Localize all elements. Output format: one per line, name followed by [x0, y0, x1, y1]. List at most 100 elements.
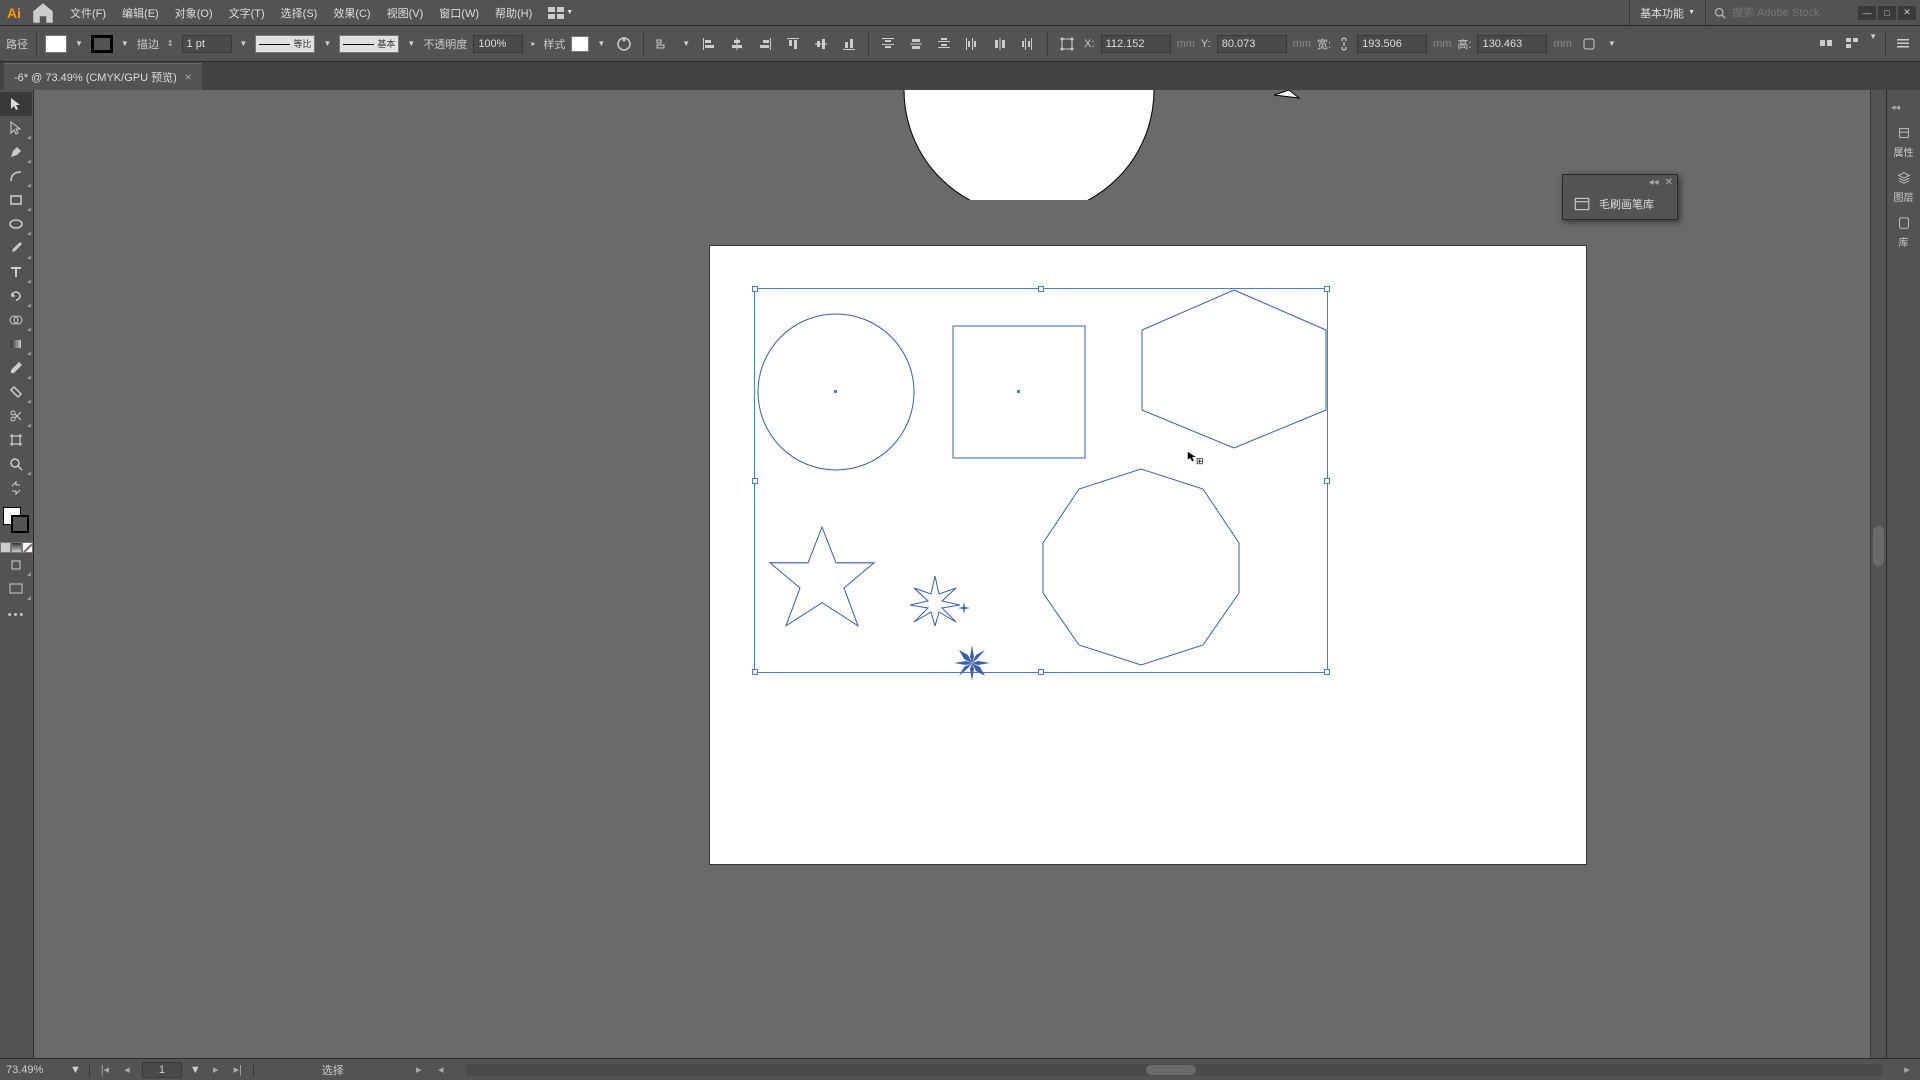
y-input[interactable]	[1217, 35, 1287, 53]
eyedropper-tool[interactable]	[0, 356, 32, 380]
menu-select[interactable]: 选择(S)	[273, 0, 326, 25]
shape-star-small[interactable]	[910, 576, 960, 626]
canvas[interactable]: ⊞ ◂◂ ✕ 毛刷画笔库	[34, 90, 1886, 1058]
status-scroll-left-icon[interactable]: ◂	[434, 1063, 448, 1076]
rectangle-tool[interactable]	[0, 188, 32, 212]
vertical-scrollbar[interactable]	[1870, 90, 1886, 1058]
menu-file[interactable]: 文件(F)	[62, 0, 114, 25]
panel-close-icon[interactable]: ✕	[1665, 177, 1673, 188]
direct-selection-tool[interactable]	[0, 116, 32, 140]
swap-fill-stroke-icon[interactable]	[0, 476, 32, 500]
shape-star6[interactable]	[762, 525, 882, 651]
menu-effect[interactable]: 效果(C)	[325, 0, 378, 25]
paintbrush-tool[interactable]	[0, 236, 32, 260]
distribute-top-icon[interactable]	[877, 33, 899, 55]
prev-artboard-icon[interactable]: ◂	[120, 1063, 134, 1076]
brush-library-panel[interactable]: ◂◂ ✕ 毛刷画笔库	[1562, 174, 1678, 220]
fill-swatch[interactable]	[45, 35, 67, 53]
align-left-icon[interactable]	[698, 33, 720, 55]
status-play-icon[interactable]: ▸	[412, 1063, 426, 1076]
isolate-icon[interactable]	[1815, 32, 1837, 54]
distribute-bottom-icon[interactable]	[933, 33, 955, 55]
x-input[interactable]	[1101, 35, 1171, 53]
search-input[interactable]	[1732, 7, 1842, 19]
recolor-artwork-icon[interactable]	[613, 33, 635, 55]
edit-toolbar-icon[interactable]: •••	[0, 609, 33, 621]
w-input[interactable]	[1357, 35, 1427, 53]
scrollbar-thumb[interactable]	[1146, 1065, 1196, 1075]
stroke-weight-input[interactable]	[182, 35, 232, 53]
fill-dropdown[interactable]: ▼	[73, 39, 85, 48]
menu-arrange[interactable]: ▼	[540, 0, 581, 25]
variable-width-profile[interactable]: 等比	[255, 35, 315, 53]
menu-window[interactable]: 窗口(W)	[431, 0, 487, 25]
align-vcenter-icon[interactable]	[810, 33, 832, 55]
panel-collapse-icon[interactable]: ◂◂	[1649, 177, 1659, 188]
brush-definition[interactable]: 基本	[339, 35, 399, 53]
zoom-level[interactable]: 73.49%	[6, 1064, 62, 1076]
shape-options-icon[interactable]	[1578, 33, 1600, 55]
shape-star-tiny[interactable]	[958, 602, 970, 614]
curvature-tool[interactable]	[0, 164, 32, 188]
scrollbar-thumb[interactable]	[1873, 526, 1884, 566]
scissors-tool[interactable]	[0, 404, 32, 428]
distribute-hcenter-icon[interactable]	[989, 33, 1011, 55]
eraser-tool[interactable]	[0, 380, 32, 404]
type-tool[interactable]	[0, 260, 32, 284]
more-options-icon[interactable]	[1892, 32, 1914, 54]
stroke-swatch[interactable]	[91, 35, 113, 53]
link-wh-icon[interactable]	[1337, 33, 1351, 55]
align-bottom-icon[interactable]	[838, 33, 860, 55]
tab-close-icon[interactable]: ×	[185, 70, 192, 84]
transform-panel-icon[interactable]	[1056, 33, 1078, 55]
edit-similar-icon[interactable]	[1841, 32, 1863, 54]
workspace-switcher[interactable]: 基本功能 ▼	[1629, 0, 1705, 25]
gradient-tool[interactable]	[0, 332, 32, 356]
layers-panel-tab[interactable]: 图层	[1887, 165, 1920, 210]
last-artboard-icon[interactable]: ▸|	[231, 1063, 245, 1076]
zoom-tool[interactable]	[0, 452, 32, 476]
shape-ellipse-top[interactable]	[864, 90, 1164, 200]
align-top-icon[interactable]	[782, 33, 804, 55]
distribute-right-icon[interactable]	[1017, 33, 1039, 55]
artboard-number[interactable]: 1	[142, 1062, 182, 1078]
align-to-icon[interactable]	[652, 33, 674, 55]
graphic-style-swatch[interactable]	[571, 36, 589, 52]
menu-object[interactable]: 对象(O)	[167, 0, 221, 25]
distribute-left-icon[interactable]	[961, 33, 983, 55]
horizontal-scrollbar[interactable]	[466, 1064, 1882, 1076]
shape-builder-tool[interactable]	[0, 308, 32, 332]
opacity-input[interactable]	[473, 35, 523, 53]
expand-panels-icon[interactable]: ◂◂	[1887, 94, 1920, 120]
stroke-stepper[interactable]: ⇕	[165, 39, 176, 48]
align-hcenter-icon[interactable]	[726, 33, 748, 55]
first-artboard-icon[interactable]: |◂	[98, 1063, 112, 1076]
artboard-tool[interactable]	[0, 428, 32, 452]
menu-view[interactable]: 视图(V)	[379, 0, 432, 25]
align-right-icon[interactable]	[754, 33, 776, 55]
window-maximize[interactable]: □	[1878, 6, 1896, 20]
next-artboard-icon[interactable]: ▸	[209, 1063, 223, 1076]
menu-help[interactable]: 帮助(H)	[487, 0, 540, 25]
libraries-panel-tab[interactable]: 库	[1887, 210, 1920, 255]
shape-decagon[interactable]	[1039, 467, 1243, 667]
pen-tool[interactable]	[0, 140, 32, 164]
menu-type[interactable]: 文字(T)	[221, 0, 273, 25]
distribute-vcenter-icon[interactable]	[905, 33, 927, 55]
window-minimize[interactable]: —	[1858, 6, 1876, 20]
stroke-color-swatch[interactable]	[11, 515, 29, 533]
fill-stroke-control[interactable]	[0, 504, 33, 540]
shape-burst[interactable]	[954, 645, 990, 681]
document-tab[interactable]: -6* @ 73.49% (CMYK/GPU 预览) ×	[4, 63, 202, 90]
properties-panel-tab[interactable]: 属性	[1887, 120, 1920, 165]
menu-edit[interactable]: 编辑(E)	[114, 0, 167, 25]
ellipse-tool[interactable]	[0, 212, 32, 236]
stroke-dropdown[interactable]: ▼	[119, 39, 131, 48]
window-close[interactable]: ✕	[1898, 6, 1916, 20]
search-stock[interactable]	[1705, 0, 1850, 25]
home-button[interactable]	[30, 3, 56, 23]
color-modes[interactable]	[0, 542, 33, 553]
status-scroll-right-icon[interactable]: ▸	[1900, 1063, 1914, 1076]
rotate-tool[interactable]	[0, 284, 32, 308]
shape-hexagon[interactable]	[1140, 288, 1328, 450]
